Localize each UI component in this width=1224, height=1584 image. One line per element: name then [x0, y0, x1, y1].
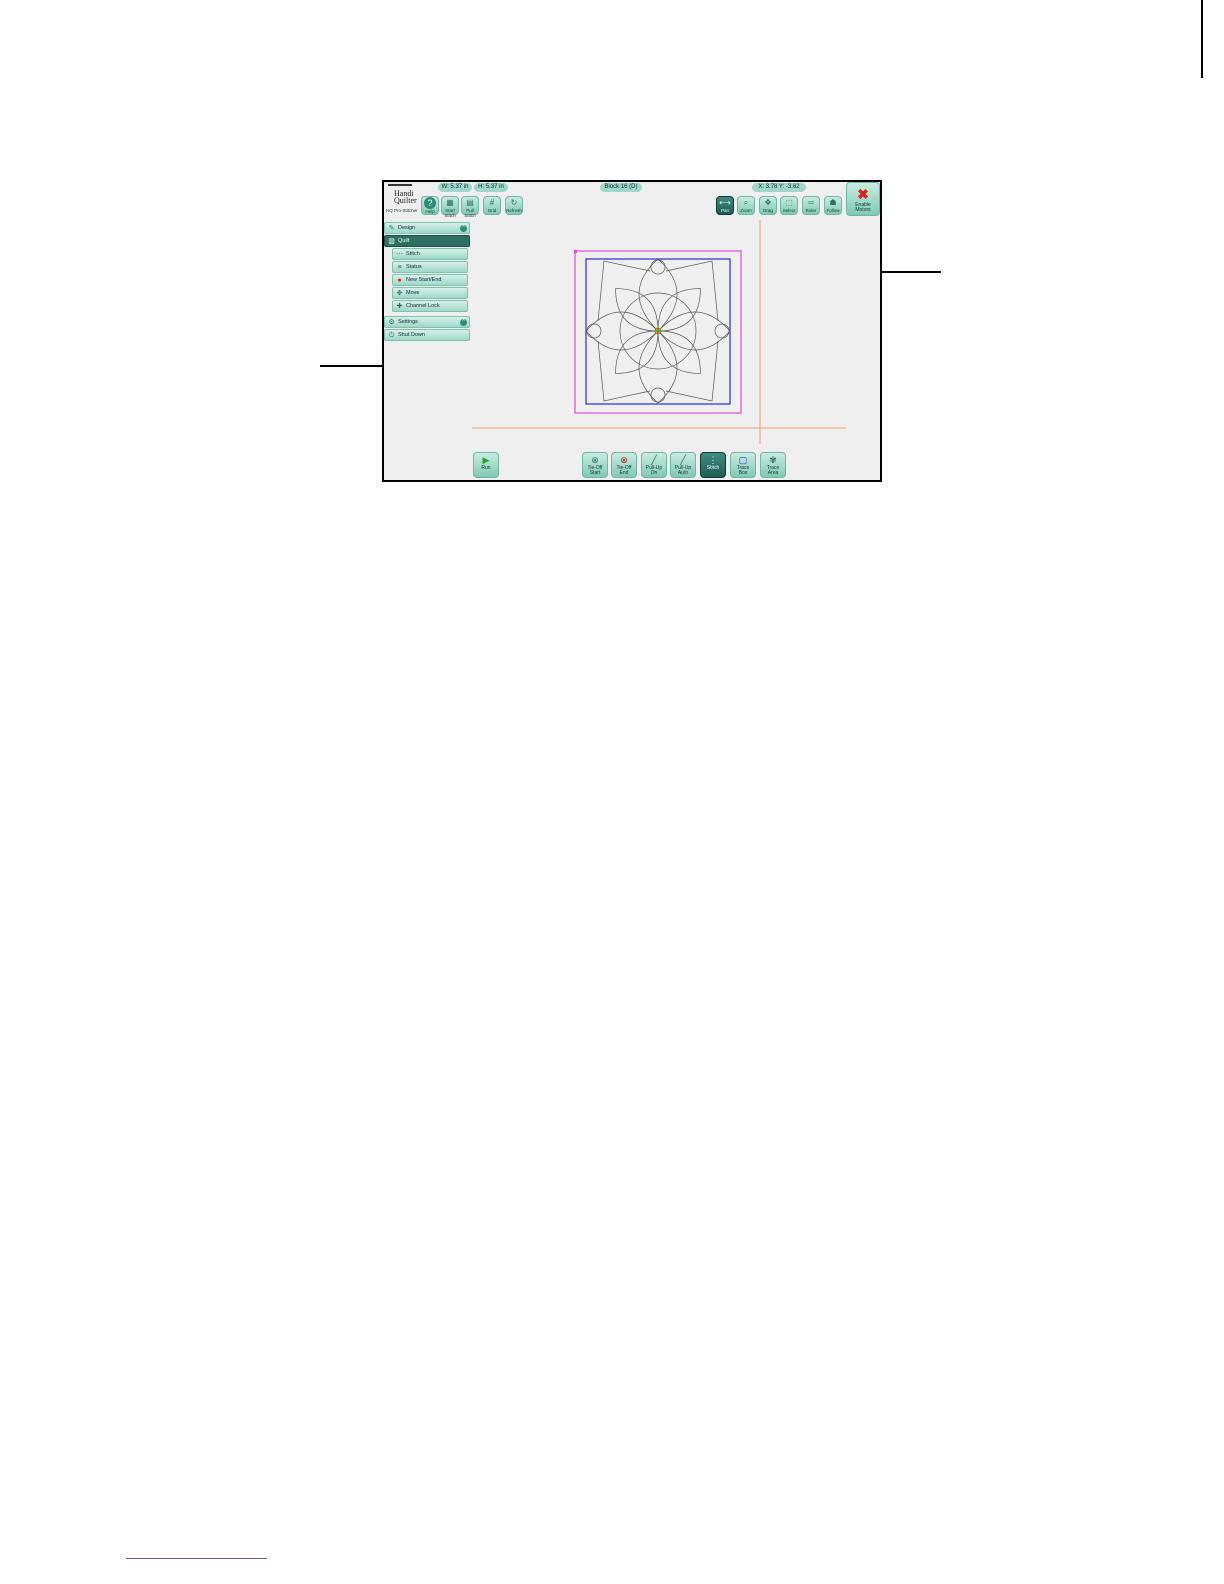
trace-box-button[interactable]: ▢ Trace Box: [730, 452, 756, 478]
status-icon: ≡: [397, 264, 402, 271]
channel-lock-icon: ✚: [396, 303, 403, 310]
footnote-rule: [126, 1558, 267, 1559]
tie-off-end-button[interactable]: ⊗ Tie-Off End: [611, 452, 637, 478]
pull-stitch-button[interactable]: ▤ Pull Stitch: [461, 196, 479, 218]
pull-icon: ▤: [466, 198, 474, 207]
height-readout: H: 5.37 in: [474, 183, 508, 192]
pro-stitcher-screen: Handi Quilter HQ Pro-Stitcher W: 5.37 in…: [382, 180, 882, 482]
menu-new-start-end[interactable]: ● New Start/End: [392, 274, 468, 286]
menu-status[interactable]: ≡ Status: [392, 261, 468, 273]
run-button[interactable]: ▶ Run: [473, 452, 499, 478]
width-readout: W: 5.37 in: [438, 183, 472, 192]
menu-settings[interactable]: ⚙ Settings ^: [384, 316, 470, 328]
help-button[interactable]: ? Help: [421, 196, 439, 215]
design-icon: ✎: [388, 225, 395, 232]
quilt-icon: ▥: [388, 238, 395, 245]
chevron-up-icon: ^: [460, 225, 467, 232]
menu-design[interactable]: ✎ Design ^: [384, 222, 470, 234]
grid-icon: #: [489, 198, 495, 207]
pan-button[interactable]: ⟷ Pan: [716, 196, 734, 215]
menu-stitch[interactable]: ⋯ Stitch: [392, 248, 468, 260]
handi-quilter-logo: Handi Quilter HQ Pro-Stitcher: [386, 184, 426, 216]
settings-icon: ⚙: [388, 319, 395, 326]
select-button[interactable]: ⬚ Select: [780, 196, 798, 215]
start-icon: ▦: [446, 198, 454, 207]
bounds-corner-handle: [574, 250, 577, 253]
follow-button[interactable]: ☗ Follow: [824, 196, 842, 215]
xy-coordinates: X: 3.78 Y: -3.62: [752, 183, 806, 192]
enable-motors-button[interactable]: ✖ Enable Motors: [846, 182, 880, 216]
pull-up-auto-button[interactable]: ╱ Pull-Up Auto: [670, 452, 696, 478]
help-icon: ?: [424, 197, 436, 209]
pull-up-on-button[interactable]: ╱ Pull-Up On: [641, 452, 667, 478]
quilt-design: [585, 258, 731, 404]
select-icon: ⬚: [785, 198, 793, 207]
drag-button[interactable]: ✥ Drag: [759, 196, 777, 215]
power-icon: ⏻: [388, 332, 395, 339]
menu-move[interactable]: ✥ Move: [392, 287, 468, 299]
start-end-icon: ●: [397, 277, 402, 284]
trace-area-button[interactable]: ✾ Trace Area: [760, 452, 786, 478]
menu-shut-down[interactable]: ⏻ Shut Down: [384, 329, 470, 341]
grid-button[interactable]: # Grid: [483, 196, 501, 215]
move-icon: ✥: [396, 290, 403, 297]
drag-icon: ✥: [764, 198, 772, 207]
zoom-icon: ⌕: [743, 198, 749, 207]
page-edge-line: [1201, 0, 1203, 78]
stitch-icon: ⋯: [396, 251, 403, 258]
ruler-icon: ═: [808, 198, 814, 207]
refresh-button[interactable]: ↻ Refresh: [505, 196, 523, 215]
start-stitch-button[interactable]: ▦ Start Stitch: [441, 196, 459, 218]
pan-icon: ⟷: [719, 198, 731, 207]
block-name: Block 16 (D): [600, 183, 642, 192]
stitch-mode-button[interactable]: ⋮ Stitch: [700, 452, 726, 478]
menu-channel-lock[interactable]: ✚ Channel Lock: [392, 300, 468, 312]
motor-off-icon: ✖: [857, 186, 869, 202]
chevron-up-icon: ^: [460, 319, 467, 326]
follow-icon: ☗: [829, 198, 837, 207]
refresh-icon: ↻: [510, 198, 518, 207]
menu-quilt[interactable]: ▥ Quilt: [384, 235, 470, 247]
tie-off-start-button[interactable]: ⊗ Tie-Off Start: [582, 452, 608, 478]
ruler-button[interactable]: ═ Ruler: [802, 196, 820, 215]
zoom-button[interactable]: ⌕ Zoom: [737, 196, 755, 215]
